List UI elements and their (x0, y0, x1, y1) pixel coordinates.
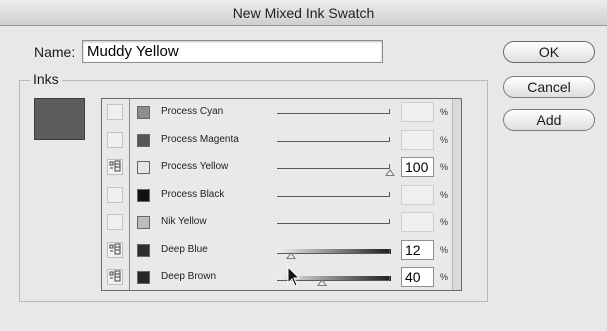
ink-slider-thumb[interactable] (285, 251, 296, 259)
ink-slider-track[interactable] (277, 219, 390, 224)
ink-list: Process Cyan% Process Magenta% Process Yel… (101, 98, 462, 291)
ink-slider-thumb[interactable] (317, 279, 328, 286)
name-field[interactable] (82, 40, 383, 63)
name-label: Name: (34, 44, 76, 60)
percent-sign: % (440, 107, 449, 117)
mixed-ink-include-icon (109, 270, 121, 282)
ink-list-scrollbar[interactable] (452, 99, 461, 290)
ink-name: Process Yellow (161, 161, 229, 172)
ink-include-toggle[interactable] (107, 214, 123, 230)
percent-sign: % (440, 162, 449, 172)
ink-name: Deep Blue (161, 243, 208, 255)
ink-percent-field[interactable] (401, 212, 434, 232)
ink-percent-field[interactable] (401, 102, 434, 122)
ink-include-toggle[interactable] (107, 186, 123, 203)
percent-sign: % (440, 244, 449, 255)
ink-color-chip (137, 243, 150, 257)
ink-include-toggle[interactable] (107, 131, 123, 148)
ink-slider-thumb[interactable] (385, 169, 395, 176)
ink-row: Process Magenta% (102, 127, 452, 154)
ink-row: Deep Blue% (102, 237, 452, 264)
ink-slider-track[interactable] (277, 191, 390, 197)
percent-sign: % (440, 217, 449, 227)
ink-row: Process Black% (102, 182, 452, 209)
percent-sign: % (440, 189, 449, 200)
ink-include-toggle[interactable] (107, 241, 123, 258)
ink-row: Process Cyan% (102, 99, 452, 126)
percent-sign: % (440, 134, 449, 145)
ink-slider-track[interactable] (277, 136, 390, 142)
ink-color-chip (137, 188, 150, 202)
ink-include-toggle[interactable] (107, 159, 123, 175)
ink-slider-track[interactable] (277, 164, 390, 169)
ink-percent-field[interactable] (401, 239, 434, 260)
add-button[interactable]: Add (503, 109, 595, 131)
ink-percent-field[interactable] (401, 157, 434, 177)
ink-slider-track[interactable] (277, 109, 390, 114)
ink-name: Deep Brown (161, 271, 217, 282)
ink-row: Nik Yellow% (102, 209, 452, 236)
ink-percent-field[interactable] (401, 184, 434, 205)
ink-include-toggle[interactable] (107, 269, 123, 285)
ink-percent-field[interactable] (401, 129, 434, 150)
ink-percent-field[interactable] (401, 267, 434, 287)
mixed-ink-include-icon (109, 243, 121, 254)
ink-row: Deep Brown% (102, 264, 452, 290)
mouse-pointer-icon (287, 265, 301, 293)
inks-label: Inks (30, 71, 62, 87)
ink-color-chip (137, 133, 150, 147)
mixed-ink-include-icon (109, 160, 121, 172)
ink-row: Process Yellow% (102, 154, 452, 181)
cancel-button[interactable]: Cancel (503, 76, 595, 98)
ink-color-chip (137, 216, 150, 229)
mixed-ink-preview-swatch (34, 98, 85, 140)
ink-name: Nik Yellow (161, 216, 207, 227)
ink-name: Process Black (161, 188, 225, 200)
ink-include-toggle[interactable] (107, 104, 123, 120)
window-title: New Mixed Ink Swatch (232, 5, 375, 21)
ok-button[interactable]: OK (503, 41, 595, 63)
ink-color-chip (137, 161, 150, 174)
title-bar: New Mixed Ink Swatch (0, 0, 607, 26)
percent-sign: % (440, 272, 449, 282)
ink-color-chip (137, 271, 150, 284)
ink-color-chip (137, 106, 150, 119)
ink-name: Process Cyan (161, 106, 224, 117)
ink-name: Process Magenta (161, 133, 239, 145)
